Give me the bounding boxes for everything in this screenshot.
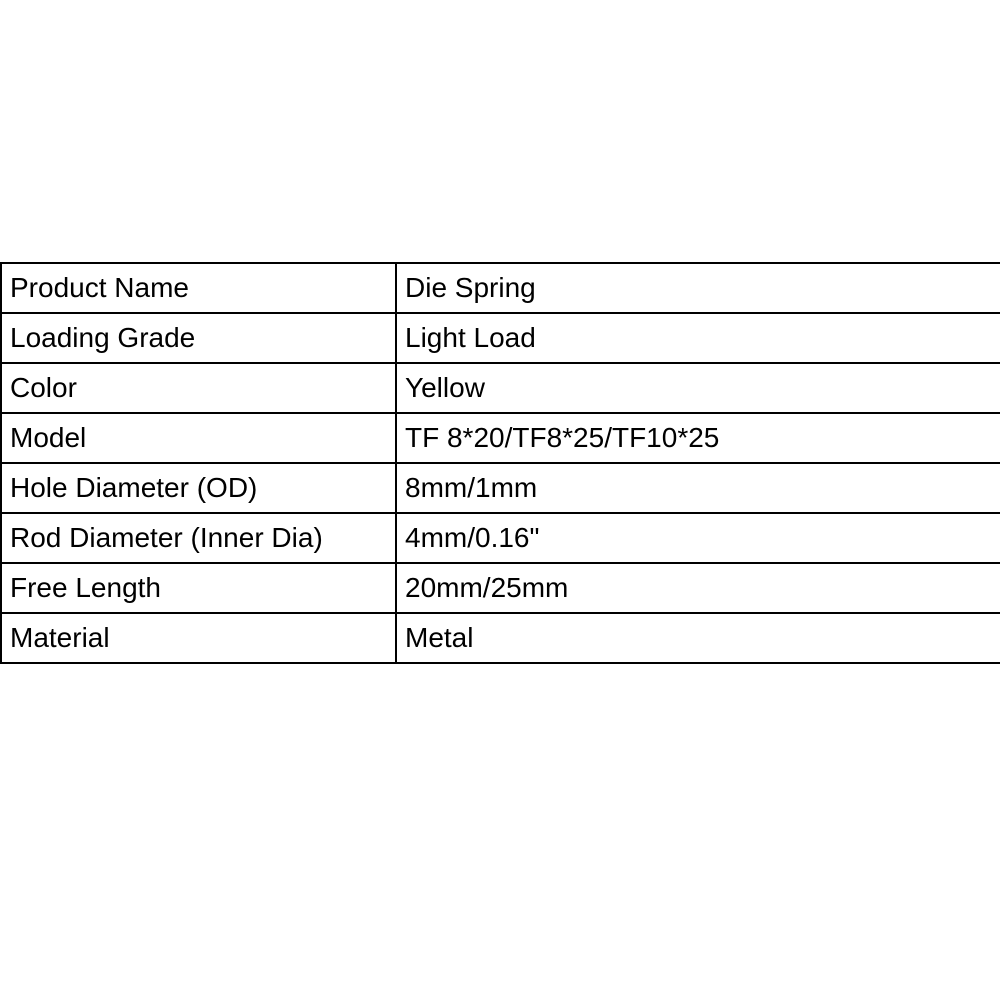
specs-table-container: Product Name Die Spring Loading Grade Li… <box>0 262 1000 664</box>
table-row: Product Name Die Spring <box>1 263 1000 313</box>
spec-label: Material <box>1 613 396 663</box>
table-row: Loading Grade Light Load <box>1 313 1000 363</box>
spec-value: Metal <box>396 613 1000 663</box>
spec-value: Yellow <box>396 363 1000 413</box>
table-row: Color Yellow <box>1 363 1000 413</box>
spec-label: Color <box>1 363 396 413</box>
spec-label: Loading Grade <box>1 313 396 363</box>
table-row: Material Metal <box>1 613 1000 663</box>
spec-label: Rod Diameter (Inner Dia) <box>1 513 396 563</box>
spec-value: TF 8*20/TF8*25/TF10*25 <box>396 413 1000 463</box>
spec-label: Product Name <box>1 263 396 313</box>
table-row: Rod Diameter (Inner Dia) 4mm/0.16" <box>1 513 1000 563</box>
specs-table: Product Name Die Spring Loading Grade Li… <box>0 262 1000 664</box>
spec-label: Hole Diameter (OD) <box>1 463 396 513</box>
table-row: Hole Diameter (OD) 8mm/1mm <box>1 463 1000 513</box>
spec-label: Free Length <box>1 563 396 613</box>
table-row: Free Length 20mm/25mm <box>1 563 1000 613</box>
spec-value: Light Load <box>396 313 1000 363</box>
spec-value: Die Spring <box>396 263 1000 313</box>
spec-value: 4mm/0.16" <box>396 513 1000 563</box>
table-row: Model TF 8*20/TF8*25/TF10*25 <box>1 413 1000 463</box>
spec-label: Model <box>1 413 396 463</box>
spec-value: 20mm/25mm <box>396 563 1000 613</box>
spec-value: 8mm/1mm <box>396 463 1000 513</box>
